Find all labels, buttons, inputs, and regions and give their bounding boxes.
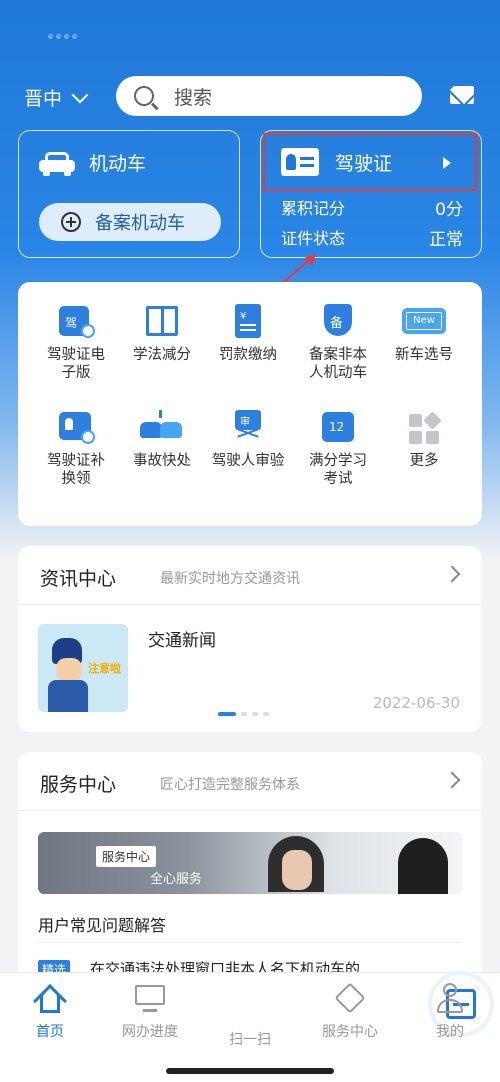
new-plate-icon: New: [402, 304, 446, 338]
license-card[interactable]: 驾驶证 累积记分 0分 证件状态 正常: [260, 130, 482, 258]
service-icon: [334, 982, 366, 1014]
divider: [18, 604, 482, 605]
bottom-nav: 首页 网办进度 扫一扫 服务中心 我的: [0, 972, 500, 1082]
license-header[interactable]: 驾驶证: [263, 133, 477, 191]
nav-label: 网办进度: [122, 1024, 178, 1040]
service-label: 罚款缴纳: [219, 347, 277, 363]
service-study-reduce[interactable]: 学法减分: [116, 304, 208, 364]
nav-home[interactable]: 首页: [10, 983, 90, 1041]
nav-scan[interactable]: 扫一扫: [210, 975, 490, 1049]
news-thumbnail[interactable]: 注意啦: [38, 624, 128, 712]
calendar-12-icon: 12: [319, 410, 357, 444]
nav-progress[interactable]: 网办进度: [110, 983, 190, 1041]
receipt-icon: ¥: [229, 304, 267, 338]
service-banner[interactable]: 服务中心 全心服务: [38, 832, 462, 894]
mail-icon[interactable]: [450, 86, 474, 104]
service-label: 学法减分: [133, 347, 191, 363]
divider: [18, 810, 482, 811]
vehicle-card[interactable]: 机动车 备案机动车: [18, 130, 240, 258]
plus-circle-icon: [61, 212, 81, 232]
faq-link[interactable]: 用户常见问题解答: [38, 912, 166, 936]
service-center-card: 服务中心 匠心打造完整服务体系 服务中心 全心服务 用户常见问题解答 精选 在交…: [18, 752, 482, 992]
vehicle-card-title: 机动车: [39, 149, 146, 176]
top-header: 晋中 搜索: [0, 74, 500, 118]
service-label: 新车选号: [395, 347, 453, 363]
service-label: 驾驶人审验: [211, 453, 285, 469]
more-grid-icon: [405, 410, 443, 444]
service-e-license[interactable]: 驾 驾驶证电 子版: [30, 304, 122, 382]
id-card-icon: [281, 148, 319, 176]
nav-mine[interactable]: 我的: [410, 983, 490, 1041]
home-indicator: [166, 1068, 334, 1074]
search-icon: [134, 86, 154, 106]
user-icon: [435, 983, 465, 1013]
record-vehicle-button[interactable]: 备案机动车: [39, 203, 221, 241]
service-driver-review[interactable]: 审 驾驶人审验: [202, 410, 294, 470]
service-accident[interactable]: 事故快处: [116, 410, 208, 470]
record-vehicle-label: 备案机动车: [95, 213, 185, 234]
service-label: 驾驶证电 子版: [47, 347, 105, 381]
points-row: 累积记分 0分: [281, 195, 463, 220]
service-label: 驾驶证补 换领: [47, 453, 105, 487]
nav-label: 首页: [36, 1024, 64, 1040]
service-new-plate[interactable]: New 新车选号: [378, 304, 470, 364]
info-center-title: 资讯中心: [40, 568, 117, 590]
status-value: 正常: [429, 230, 463, 250]
service-label: 满分学习 考试: [309, 453, 367, 487]
nav-label: 我的: [436, 1024, 464, 1040]
service-label: 事故快处: [133, 453, 191, 469]
status-bar: [48, 24, 88, 39]
nav-label: 扫一扫: [229, 1032, 271, 1048]
book-icon: [143, 304, 181, 338]
license-replace-icon: [57, 410, 95, 444]
home-icon: [33, 983, 67, 1018]
services-grid: 驾 驾驶证电 子版 学法减分 ¥ 罚款缴纳 备 备案非本 人机动车 New 新车…: [18, 282, 482, 526]
info-center-card: 资讯中心 最新实时地方交通资讯 注意啦 交通新闻 2022-06-30: [18, 546, 482, 732]
divider: [38, 942, 462, 943]
search-placeholder: 搜索: [174, 86, 213, 109]
news-title[interactable]: 交通新闻: [148, 626, 216, 651]
nav-service-center[interactable]: 服务中心: [310, 982, 390, 1041]
service-label: 更多: [409, 453, 439, 469]
points-value: 0分: [435, 200, 463, 220]
car-icon: [39, 150, 75, 176]
points-label: 累积记分: [281, 199, 346, 218]
service-center-title: 服务中心: [40, 774, 117, 796]
service-full-score-exam[interactable]: 12 满分学习 考试: [292, 410, 384, 488]
vehicle-title-label: 机动车: [89, 153, 147, 175]
service-pay-fine[interactable]: ¥ 罚款缴纳: [202, 304, 294, 364]
shield-icon: 备: [319, 304, 357, 338]
search-bar[interactable]: 搜索: [116, 76, 422, 116]
chevron-right-icon[interactable]: [443, 771, 461, 789]
news-date: 2022-06-30: [372, 694, 460, 712]
service-more[interactable]: 更多: [378, 410, 470, 470]
nav-label: 服务中心: [322, 1024, 378, 1040]
e-license-icon: 驾: [57, 304, 95, 338]
service-license-replace[interactable]: 驾驶证补 换领: [30, 410, 122, 488]
service-record-other-vehicle[interactable]: 备 备案非本 人机动车: [292, 304, 384, 382]
review-icon: 审: [229, 410, 267, 444]
accident-icon: [140, 410, 184, 444]
thumbnail-caption: 注意啦: [88, 662, 121, 675]
status-label: 证件状态: [281, 229, 346, 248]
service-center-subtitle: 匠心打造完整服务体系: [160, 777, 300, 793]
status-row: 证件状态 正常: [281, 225, 463, 250]
carousel-dots: [218, 712, 269, 716]
city-label: 晋中: [24, 88, 63, 110]
license-title: 驾驶证: [335, 152, 393, 175]
city-selector[interactable]: 晋中: [24, 84, 89, 111]
chevron-right-icon[interactable]: [443, 565, 461, 583]
chevron-down-icon: [71, 86, 89, 103]
banner-text: 全心服务: [150, 872, 203, 887]
arrow-right-icon: [443, 157, 451, 169]
info-center-subtitle: 最新实时地方交通资讯: [160, 571, 300, 587]
service-label: 备案非本 人机动车: [309, 347, 367, 381]
banner-tag: 服务中心: [96, 846, 157, 867]
monitor-icon: [135, 983, 165, 1013]
